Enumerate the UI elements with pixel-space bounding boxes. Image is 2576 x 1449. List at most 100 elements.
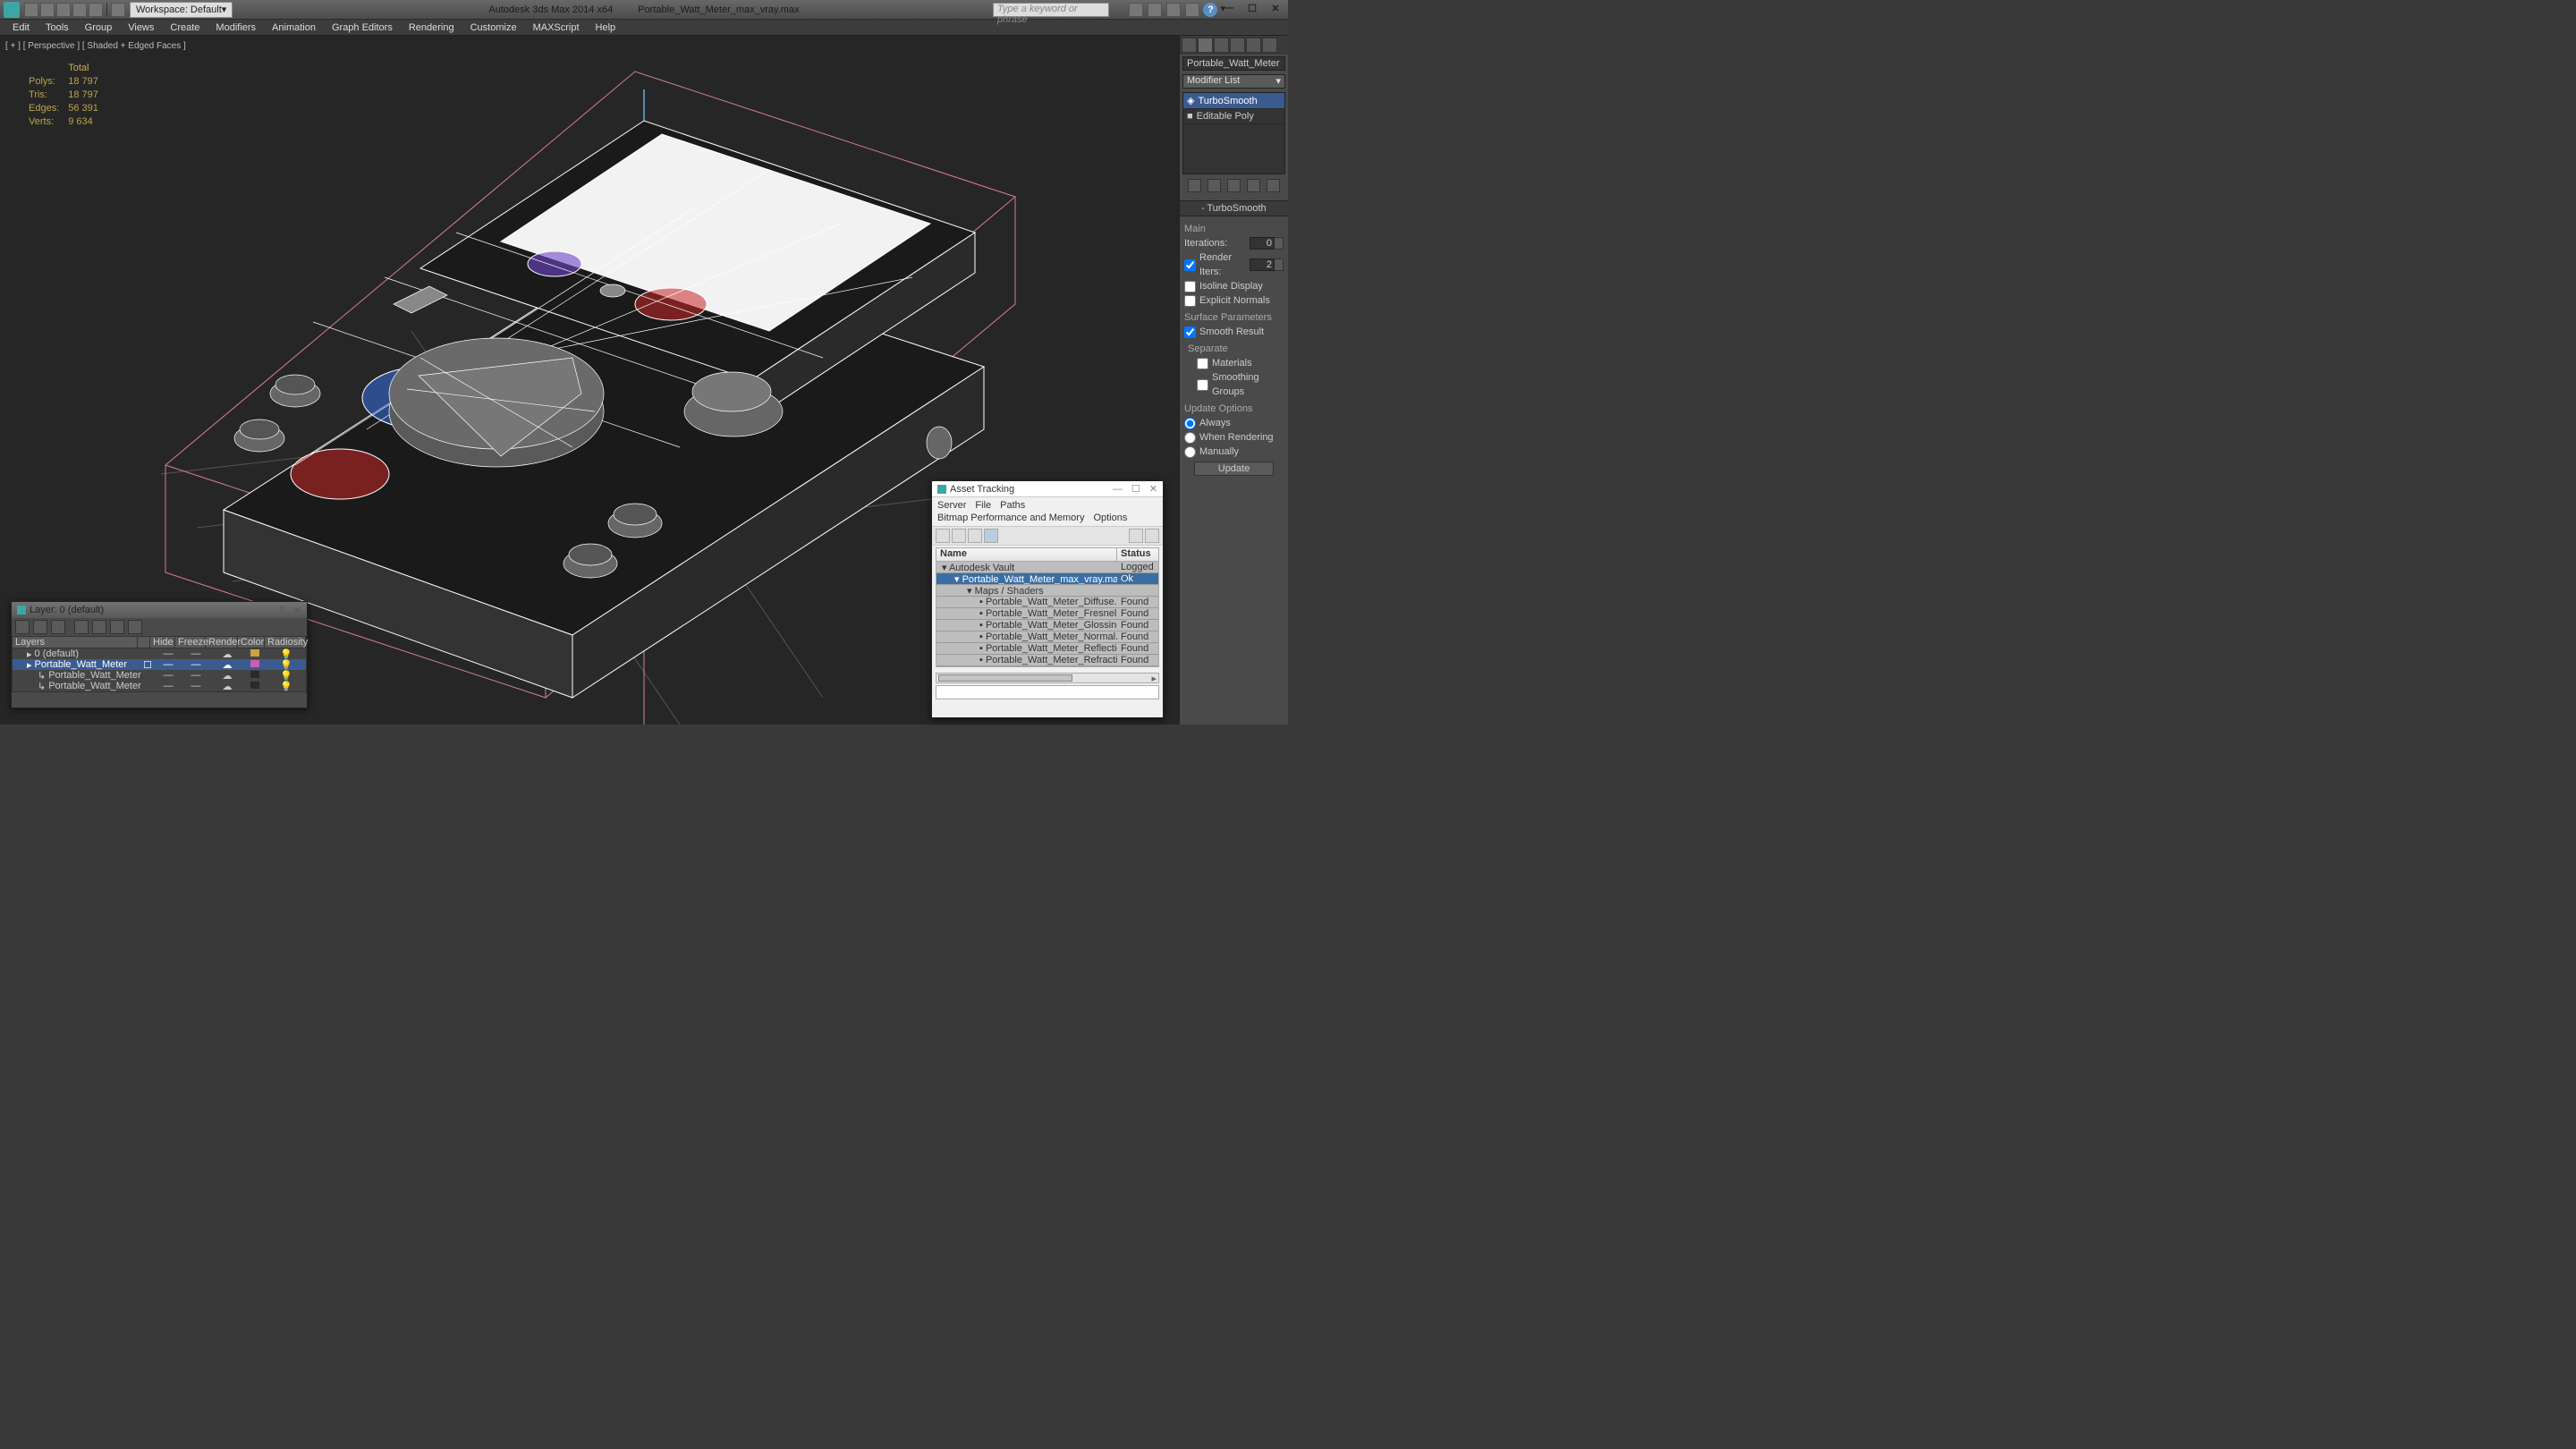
hide-unhide-icon[interactable] xyxy=(110,620,124,634)
update-manually-radio[interactable]: Manually xyxy=(1184,445,1284,459)
dialog-maximize-icon[interactable]: ☐ xyxy=(1131,483,1140,495)
show-end-result-icon[interactable] xyxy=(1208,179,1221,192)
asset-row[interactable]: ▾ Maps / Shaders xyxy=(936,585,1158,597)
smoothing-groups-checkbox[interactable]: Smoothing Groups xyxy=(1184,370,1284,399)
col-current[interactable] xyxy=(138,637,150,648)
menu-rendering[interactable]: Rendering xyxy=(409,22,454,33)
explicit-normals-checkbox[interactable]: Explicit Normals xyxy=(1184,293,1284,308)
menu-tools[interactable]: Tools xyxy=(46,22,69,33)
add-to-layer-icon[interactable] xyxy=(51,620,65,634)
freeze-unfreeze-icon[interactable] xyxy=(128,620,142,634)
pin-stack-icon[interactable] xyxy=(1188,179,1201,192)
menu-graph-editors[interactable]: Graph Editors xyxy=(332,22,393,33)
tab-utilities-icon[interactable] xyxy=(1262,38,1277,53)
update-rendering-radio[interactable]: When Rendering xyxy=(1184,430,1284,445)
menu-create[interactable]: Create xyxy=(170,22,199,33)
app-logo-icon[interactable] xyxy=(4,2,20,18)
subscription-icon[interactable] xyxy=(1148,3,1162,17)
dialog-help-icon[interactable]: ? xyxy=(279,605,284,615)
tab-hierarchy-icon[interactable] xyxy=(1214,38,1229,53)
col-freeze[interactable]: Freeze xyxy=(175,637,206,648)
asset-menu-file[interactable]: File xyxy=(975,500,991,511)
menu-animation[interactable]: Animation xyxy=(272,22,316,33)
menu-maxscript[interactable]: MAXScript xyxy=(533,22,580,33)
menu-edit[interactable]: Edit xyxy=(13,22,30,33)
table-view-icon[interactable] xyxy=(968,529,982,543)
asset-menu-bitmap[interactable]: Bitmap Performance and Memory xyxy=(937,513,1084,523)
layer-row[interactable]: ▸ Portable_Watt_Meter☐——☁💡 xyxy=(13,659,306,670)
scrollbar-thumb[interactable] xyxy=(938,674,1072,682)
open-file-icon[interactable] xyxy=(40,3,55,17)
tab-modify-icon[interactable] xyxy=(1198,38,1213,53)
tab-motion-icon[interactable] xyxy=(1230,38,1245,53)
asset-row[interactable]: ▪ Portable_Watt_Meter_Normal.pngFound xyxy=(936,631,1158,643)
update-always-radio[interactable]: Always xyxy=(1184,416,1284,430)
isoline-checkbox[interactable]: Isoline Display xyxy=(1184,279,1284,293)
minimize-icon[interactable]: — xyxy=(1222,2,1236,14)
asset-menu-server[interactable]: Server xyxy=(937,500,966,511)
asset-menu-options[interactable]: Options xyxy=(1093,513,1127,523)
layer-row[interactable]: ▸ 0 (default)——☁💡 xyxy=(13,648,306,659)
asset-path-input[interactable] xyxy=(936,685,1159,699)
modifier-list-dropdown[interactable]: Modifier List▾ xyxy=(1182,74,1285,89)
dialog-close-icon[interactable]: ✕ xyxy=(1149,483,1157,495)
layer-row[interactable]: ↳ Portable_Watt_Meter——☁💡 xyxy=(13,681,306,691)
dialog-minimize-icon[interactable]: — xyxy=(1113,484,1123,495)
list-view-icon[interactable] xyxy=(984,529,998,543)
configure-sets-icon[interactable] xyxy=(1267,179,1280,192)
redo-icon[interactable] xyxy=(89,3,103,17)
undo-icon[interactable] xyxy=(72,3,87,17)
maximize-icon[interactable]: ☐ xyxy=(1245,2,1259,14)
select-highlight-icon[interactable] xyxy=(74,620,89,634)
make-unique-icon[interactable] xyxy=(1227,179,1241,192)
menu-group[interactable]: Group xyxy=(85,22,113,33)
modifier-stack[interactable]: ◈TurboSmooth ■Editable Poly xyxy=(1182,92,1285,174)
col-layers[interactable]: Layers xyxy=(13,637,138,648)
highlight-icon[interactable] xyxy=(1145,529,1159,543)
new-layer-icon[interactable] xyxy=(15,620,30,634)
asset-row[interactable]: ▪ Portable_Watt_Meter_Reflection.pngFoun… xyxy=(936,643,1158,655)
modifier-turbosmooth[interactable]: ◈TurboSmooth xyxy=(1183,93,1284,109)
object-name-input[interactable] xyxy=(1182,56,1285,71)
asset-row[interactable]: ▾ Portable_Watt_Meter_max_vray.maxOk xyxy=(936,573,1158,585)
rollout-title[interactable]: - TurboSmooth xyxy=(1180,200,1288,216)
layer-row[interactable]: ↳ Portable_Watt_Meter——☁💡 xyxy=(13,670,306,681)
horizontal-scrollbar[interactable]: ◂▸ xyxy=(936,673,1159,683)
render-iters-checkbox[interactable]: Render Iters: xyxy=(1184,250,1250,279)
iterations-spinner[interactable] xyxy=(1250,237,1284,250)
delete-layer-icon[interactable] xyxy=(33,620,47,634)
layer-dialog-titlebar[interactable]: Layer: 0 (default) ? ✕ xyxy=(12,602,307,618)
close-icon[interactable]: ✕ xyxy=(1268,2,1283,14)
tree-view-icon[interactable] xyxy=(952,529,966,543)
asset-dialog-titlebar[interactable]: Asset Tracking — ☐ ✕ xyxy=(932,481,1163,497)
refresh-icon[interactable] xyxy=(936,529,950,543)
search-input[interactable]: Type a keyword or phrase xyxy=(993,3,1109,17)
asset-row[interactable]: ▾ Autodesk VaultLogged O xyxy=(936,562,1158,573)
materials-checkbox[interactable]: Materials xyxy=(1184,356,1284,370)
help-icon[interactable]: ? xyxy=(1203,3,1217,17)
tab-create-icon[interactable] xyxy=(1182,38,1197,53)
tab-display-icon[interactable] xyxy=(1246,38,1261,53)
col-status[interactable]: Status xyxy=(1117,548,1158,561)
save-file-icon[interactable] xyxy=(56,3,71,17)
menu-help[interactable]: Help xyxy=(596,22,616,33)
exchange-icon[interactable] xyxy=(1166,3,1181,17)
layer-list[interactable]: ▸ 0 (default)——☁💡▸ Portable_Watt_Meter☐—… xyxy=(12,648,307,692)
workspace-dropdown[interactable]: Workspace: Default▾ xyxy=(130,2,233,18)
favorite-icon[interactable] xyxy=(1185,3,1199,17)
col-radiosity[interactable]: Radiosity xyxy=(265,637,306,648)
dialog-close-icon[interactable]: ✕ xyxy=(293,605,301,616)
link-icon[interactable] xyxy=(111,3,125,17)
asset-row[interactable]: ▪ Portable_Watt_Meter_Fresnel.pngFound xyxy=(936,608,1158,620)
menu-views[interactable]: Views xyxy=(128,22,154,33)
new-file-icon[interactable] xyxy=(24,3,38,17)
col-name[interactable]: Name xyxy=(936,548,1117,561)
asset-row[interactable]: ▪ Portable_Watt_Meter_Refraction.pngFoun… xyxy=(936,655,1158,666)
menu-modifiers[interactable]: Modifiers xyxy=(216,22,256,33)
asset-row[interactable]: ▪ Portable_Watt_Meter_Diffuse.pngFound xyxy=(936,597,1158,608)
render-iters-spinner[interactable] xyxy=(1250,258,1284,271)
smooth-result-checkbox[interactable]: Smooth Result xyxy=(1184,325,1284,339)
col-render[interactable]: Render xyxy=(206,637,238,648)
menu-customize[interactable]: Customize xyxy=(470,22,517,33)
modifier-editable-poly[interactable]: ■Editable Poly xyxy=(1183,109,1284,124)
